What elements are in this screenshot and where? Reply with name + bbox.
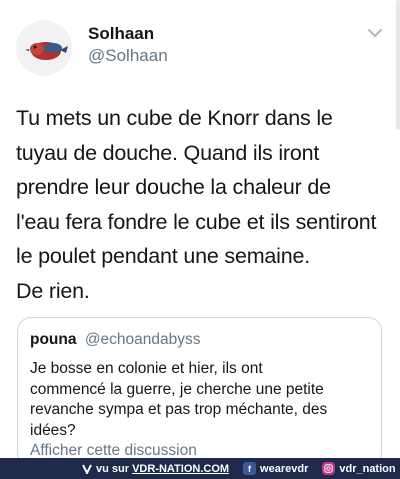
quoted-line: commencé la guerre, je cherche une petit… [30,380,324,398]
quoted-author-handle: @echoandabyss [84,331,201,348]
bird-avatar-icon [25,42,68,60]
author-name[interactable]: Solhaan [88,24,154,44]
facebook-credit[interactable]: f wearevdr [243,462,308,475]
tweet-line: Tu mets un cube de Knorr dans le [16,106,333,130]
site-credit[interactable]: vu sur VDR-NATION.COM [82,463,229,475]
scrollbar[interactable] [396,0,400,130]
site-link[interactable]: VDR-NATION.COM [132,463,229,475]
quoted-line: Je bosse en colonie et hier, ils ont [30,360,263,377]
v-logo-icon [82,464,92,474]
quoted-header: pouna @echoandabyss [30,331,201,349]
author-handle[interactable]: @Solhaan [88,46,168,66]
quoted-author-name: pouna [30,331,77,348]
site-prefix: vu sur [96,462,130,475]
tweet-line: tuyau de douche. Quand ils iront [16,140,320,165]
quoted-tweet[interactable]: pouna @echoandabyss Je bosse en colonie … [17,317,382,467]
facebook-handle: wearevdr [260,462,309,475]
tweet-line: De rien. [16,278,90,303]
quoted-line: idées? [30,421,76,439]
tweet-text: Tu mets un cube de Knorr dans le tuyau d… [16,101,391,308]
instagram-handle: vdr_nation [339,462,396,475]
chevron-down-icon[interactable] [366,26,384,40]
tweet-line: prendre leur douche la chaleur de [16,175,331,199]
facebook-icon: f [243,462,257,475]
quoted-text: Je bosse en colonie et hier, ils ont com… [30,359,375,441]
tweet-card: Solhaan @Solhaan Tu mets un cube de Knor… [0,0,400,467]
tweet-line: le poulet pendant une semaine. [16,244,311,268]
avatar[interactable] [16,20,72,76]
quoted-line: revanche sympa et pas trop méchante, des [30,401,328,418]
instagram-icon [322,462,336,475]
tweet-line: l'eau fera fondre le cube et ils sentiro… [16,209,377,234]
watermark-footer: vu sur VDR-NATION.COM f wearevdr vdr_nat… [0,458,400,479]
instagram-credit[interactable]: vdr_nation [322,462,396,475]
